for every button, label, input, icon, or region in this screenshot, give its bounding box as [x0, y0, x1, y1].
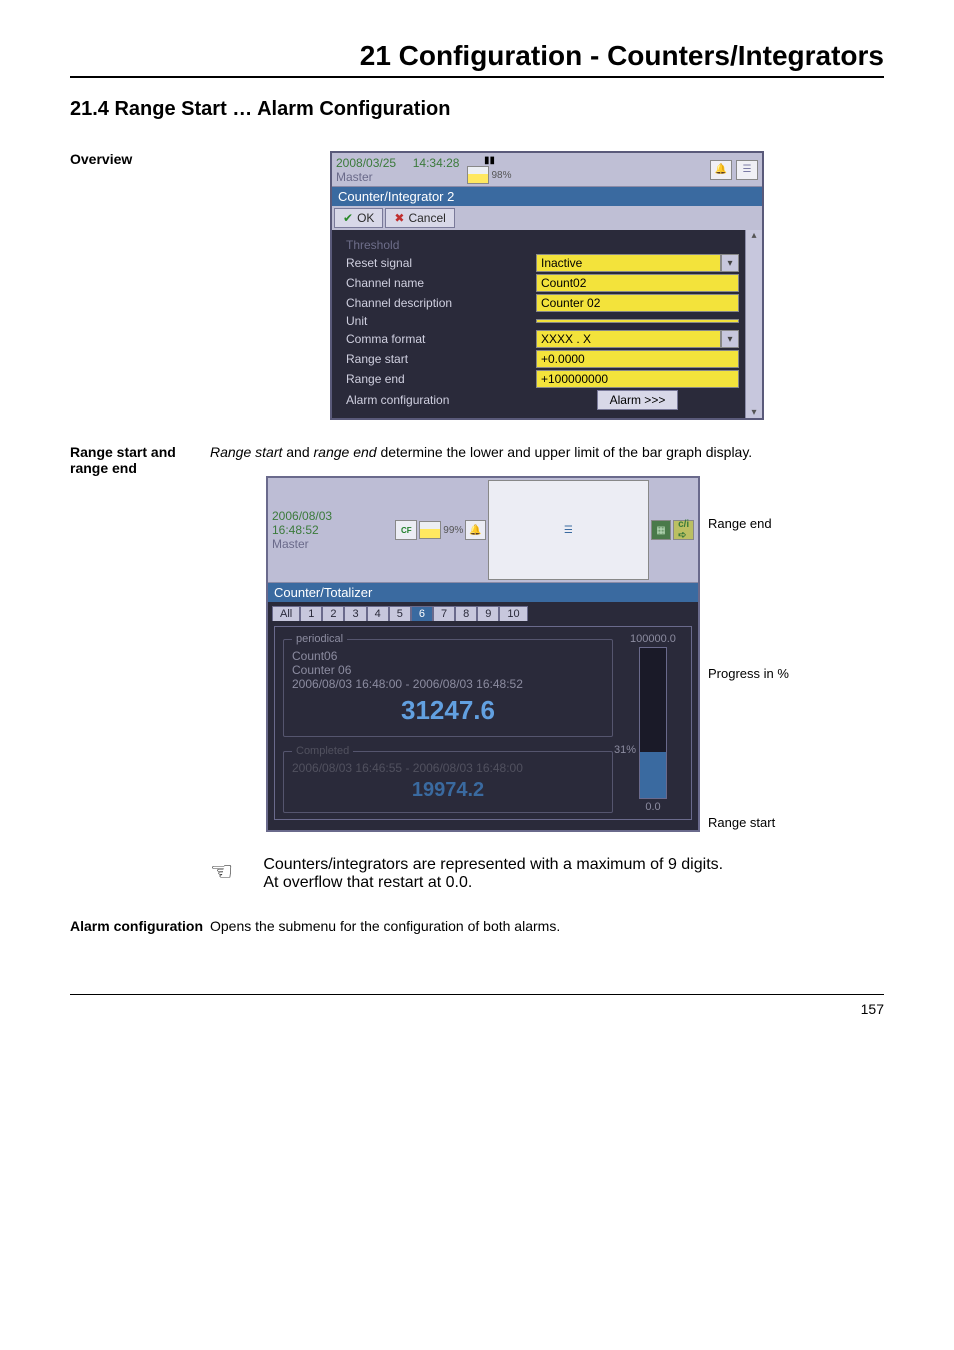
unit-label: Unit — [346, 314, 536, 328]
dlg-date: 2008/03/25 — [336, 156, 396, 170]
range-paragraph-label: Range start and range end — [70, 444, 210, 832]
bar-mid-label: 31% — [614, 744, 636, 756]
completed-legend: Completed — [292, 745, 353, 757]
overview-label: Overview — [70, 151, 210, 420]
chip-icon[interactable]: ▦ — [651, 520, 672, 540]
page-icon[interactable]: ☰ — [736, 160, 758, 180]
viz-pct: 99% — [443, 525, 463, 536]
completed-value: 19974.2 — [292, 779, 604, 802]
callout-labels: Range end Progress in % Range start — [708, 476, 828, 832]
bargraph: 31% — [639, 647, 667, 799]
periodical-value: 31247.6 — [292, 695, 604, 726]
tab-All[interactable]: All — [272, 606, 300, 621]
chapter-divider — [70, 76, 884, 78]
page-number: 157 — [70, 994, 884, 1017]
counter-totalizer-view: 2006/08/03 16:48:52 Master CF 99% — [266, 476, 700, 832]
dlg-master: Master — [336, 170, 459, 184]
channel-name-value[interactable]: Count02 — [536, 274, 739, 292]
callout-progress: Progress in % — [708, 666, 828, 681]
bell-icon[interactable]: 🔔 — [465, 520, 486, 540]
tab-2[interactable]: 2 — [322, 606, 344, 621]
check-icon: ✔ — [343, 211, 353, 225]
range-text-mid: and — [282, 444, 313, 460]
alarm-config-button[interactable]: Alarm >>> — [597, 390, 679, 410]
chapter-title: 21 Configuration - Counters/Integrators — [70, 40, 884, 72]
cf-card-icon: CF — [395, 520, 417, 540]
range-start-value[interactable]: +0.0000 — [536, 350, 739, 368]
bar-bottom-label: 0.0 — [645, 801, 660, 813]
range-italic-2: range end — [314, 444, 377, 460]
bargraph-fill — [640, 752, 666, 799]
storage-progress-icon — [467, 166, 489, 184]
channel-desc-value[interactable]: Counter 02 — [536, 294, 739, 312]
note-line-2: At overflow that restart at 0.0. — [263, 874, 723, 892]
x-icon: ✖ — [394, 211, 404, 225]
threshold-label: Threshold — [346, 238, 536, 252]
tab-4[interactable]: 4 — [367, 606, 389, 621]
config-dialog: 2008/03/25 14:34:28 Master ▮▮ 98% — [330, 151, 764, 420]
tab-3[interactable]: 3 — [344, 606, 366, 621]
scroll-up-icon[interactable]: ▴ — [751, 230, 756, 241]
completed-range: 2006/08/03 16:46:55 - 2006/08/03 16:48:0… — [292, 761, 604, 775]
periodical-desc: Counter 06 — [292, 663, 604, 677]
section-heading: 21.4 Range Start … Alarm Configuration — [70, 98, 884, 121]
storage-progress-icon — [419, 521, 441, 539]
viz-time: 16:48:52 — [272, 523, 319, 537]
callout-range-end: Range end — [708, 516, 828, 531]
tab-6[interactable]: 6 — [411, 606, 433, 621]
viz-master: Master — [272, 537, 387, 551]
callout-range-start: Range start — [708, 815, 828, 830]
alarm-config-label: Alarm configuration — [346, 393, 536, 407]
range-italic-1: Range start — [210, 444, 282, 460]
tab-5[interactable]: 5 — [389, 606, 411, 621]
scroll-down-icon[interactable]: ▾ — [751, 407, 756, 418]
cancel-button[interactable]: ✖ Cancel — [385, 208, 454, 228]
comma-format-value[interactable]: XXXX . X — [536, 330, 721, 348]
page-icon[interactable]: ☰ — [488, 480, 649, 580]
viz-date: 2006/08/03 — [272, 509, 332, 523]
reset-signal-label: Reset signal — [346, 256, 536, 270]
range-paragraph-text: Range start and range end determine the … — [210, 444, 884, 460]
alarm-paragraph-label: Alarm configuration — [70, 918, 210, 934]
bar-top-label: 100000.0 — [630, 633, 676, 645]
tab-9[interactable]: 9 — [477, 606, 499, 621]
completed-panel: Completed 2006/08/03 16:46:55 - 2006/08/… — [283, 745, 613, 813]
channel-desc-label: Channel description — [346, 296, 536, 310]
tab-7[interactable]: 7 — [433, 606, 455, 621]
dlg-subtitle: Counter/Integrator 2 — [332, 187, 762, 206]
note-line-1: Counters/integrators are represented wit… — [263, 856, 723, 874]
ok-button[interactable]: ✔ OK — [334, 208, 383, 228]
dlg-pct: 98% — [491, 170, 511, 181]
channel-name-label: Channel name — [346, 276, 536, 290]
viz-subtitle: Counter/Totalizer — [268, 583, 698, 602]
periodical-panel: periodical Count06 Counter 06 2006/08/03… — [283, 633, 613, 737]
cancel-label: Cancel — [408, 211, 445, 225]
chevron-down-icon[interactable]: ▾ — [721, 254, 739, 272]
periodical-name: Count06 — [292, 649, 604, 663]
tabs: All12345678910 — [268, 602, 698, 620]
dlg-time: 14:34:28 — [413, 156, 460, 170]
tab-1[interactable]: 1 — [300, 606, 322, 621]
range-end-value[interactable]: +100000000 — [536, 370, 739, 388]
range-start-label: Range start — [346, 352, 536, 366]
chevron-down-icon[interactable]: ▾ — [721, 330, 739, 348]
comma-format-label: Comma format — [346, 332, 536, 346]
periodical-range: 2006/08/03 16:48:00 - 2006/08/03 16:48:5… — [292, 677, 604, 691]
note-text: Counters/integrators are represented wit… — [263, 856, 723, 892]
battery-icon: ▮▮ — [484, 155, 495, 166]
ok-label: OK — [357, 211, 374, 225]
range-text-suffix: determine the lower and upper limit of t… — [377, 444, 753, 460]
pointing-hand-icon: ☞ — [210, 856, 233, 887]
range-end-label: Range end — [346, 372, 536, 386]
alarm-paragraph-text: Opens the submenu for the configuration … — [210, 918, 884, 934]
tab-8[interactable]: 8 — [455, 606, 477, 621]
bell-icon[interactable]: 🔔 — [710, 160, 732, 180]
forward-icon[interactable]: c/i➪ — [673, 520, 694, 540]
unit-value[interactable] — [536, 319, 739, 323]
periodical-legend: periodical — [292, 633, 347, 645]
dlg-scrollbar[interactable]: ▴ ▾ — [745, 230, 762, 418]
reset-signal-value[interactable]: Inactive — [536, 254, 721, 272]
tab-10[interactable]: 10 — [499, 606, 527, 621]
